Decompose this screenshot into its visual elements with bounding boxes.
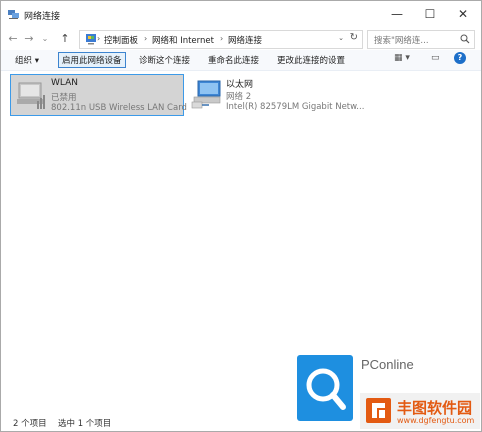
maximize-button[interactable]: ☐ (414, 4, 446, 24)
address-dropdown-icon[interactable]: ⌄ (338, 34, 344, 42)
connection-status: 网络 2 (226, 92, 252, 102)
search-icon (460, 34, 470, 44)
connection-name: WLAN (51, 78, 79, 88)
ethernet-adapter-icon (191, 80, 221, 109)
control-panel-icon (86, 34, 96, 45)
refresh-icon[interactable]: ↻ (350, 32, 358, 43)
disable-device-button[interactable]: 启用此网络设备 (58, 52, 126, 68)
crumb-separator: › (97, 34, 101, 43)
minimize-button[interactable]: — (381, 4, 413, 24)
search-placeholder: 搜索"网络连... (374, 36, 429, 46)
change-settings-button[interactable]: 更改此连接的设置 (277, 54, 345, 66)
crumb-control-panel[interactable]: 控制面板 (104, 34, 138, 46)
connection-status: 已禁用 (51, 93, 77, 103)
crumb-network-connections[interactable]: 网络连接 (228, 34, 262, 46)
connection-name: 以太网 (226, 80, 254, 90)
view-options-icon[interactable]: ▦ ▾ (394, 53, 410, 63)
address-bar[interactable]: › 控制面板 › 网络和 Internet › 网络连接 ⌄ ↻ (79, 30, 363, 49)
network-connections-icon (8, 10, 19, 19)
magnifier-icon (306, 368, 346, 410)
pconline-logo (297, 355, 353, 421)
preview-pane-icon[interactable]: ▭ (431, 53, 440, 63)
back-arrow-icon[interactable]: ← (7, 32, 19, 46)
site-watermark-title: 丰图软件园 (397, 399, 473, 417)
recent-locations-icon[interactable]: ⌄ (39, 32, 51, 46)
diagnose-button[interactable]: 诊断这个连接 (139, 54, 190, 66)
rename-button[interactable]: 重命名此连接 (208, 54, 259, 66)
connection-device: Intel(R) 82579LM Gigabit Netw... (226, 102, 365, 112)
organize-menu[interactable]: 组织 ▾ (15, 54, 39, 66)
search-input[interactable]: 搜索"网络连... (367, 30, 475, 49)
forward-arrow-icon[interactable]: → (23, 32, 35, 46)
selected-count: 选中 1 个项目 (58, 419, 112, 429)
command-bar: 组织 ▾ 启用此网络设备 诊断这个连接 重命名此连接 更改此连接的设置 ▦ ▾ … (1, 50, 481, 71)
item-count: 2 个项目 (13, 419, 47, 429)
site-logo-icon (366, 398, 391, 423)
connection-item-wlan[interactable]: WLAN 已禁用 802.11n USB Wireless LAN Card (10, 74, 187, 116)
close-button[interactable]: ✕ (447, 4, 479, 24)
crumb-separator: › (220, 34, 224, 43)
title-bar: 网络连接 — ☐ ✕ (1, 1, 481, 28)
window-title: 网络连接 (24, 12, 61, 22)
connection-device: 802.11n USB Wireless LAN Card (51, 103, 187, 113)
site-watermark-url: www.dgfengtu.com (397, 416, 475, 425)
wireless-adapter-icon (17, 82, 45, 109)
crumb-network-internet[interactable]: 网络和 Internet (152, 34, 214, 46)
up-arrow-icon[interactable]: ↑ (59, 32, 71, 46)
crumb-separator: › (144, 34, 148, 43)
help-icon[interactable]: ? (454, 52, 466, 64)
pconline-watermark: PConline (361, 357, 414, 372)
address-row: ← → ⌄ ↑ › 控制面板 › 网络和 Internet › 网络连接 ⌄ ↻… (1, 28, 481, 50)
connection-item-ethernet[interactable]: 以太网 网络 2 Intel(R) 82579LM Gigabit Netw..… (186, 74, 365, 114)
